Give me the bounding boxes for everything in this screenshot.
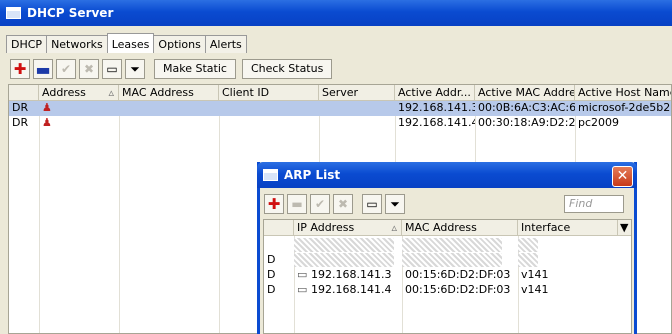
col-flags[interactable] bbox=[264, 220, 294, 236]
filter-icon[interactable]: ⏷ bbox=[125, 59, 145, 79]
col-server[interactable]: Server bbox=[319, 85, 395, 101]
col-ip-address[interactable]: IP Address ▵ bbox=[294, 220, 402, 236]
comment-icon[interactable]: ▭ bbox=[102, 59, 122, 79]
sort-arrow-icon: ▵ bbox=[108, 86, 114, 99]
interface: bl bbox=[518, 238, 538, 252]
row-flag: DR bbox=[12, 116, 29, 129]
col-active-host[interactable]: Active Host Name bbox=[575, 85, 671, 101]
dhcp-title-bar[interactable]: DHCP Server bbox=[0, 0, 672, 26]
row-flag: D bbox=[267, 268, 276, 281]
table-row[interactable]: D blurred blurred bl bbox=[264, 253, 631, 268]
interface: v141 bbox=[521, 268, 549, 281]
arp-list-window: ARP List ✕ ✚ ▬ ✔ ✖ ▭ ⏷ Find IP Address ▵ … bbox=[257, 162, 637, 334]
sort-arrow-icon: ▵ bbox=[391, 221, 397, 234]
arp-toolbar: ✚ ▬ ✔ ✖ ▭ ⏷ bbox=[264, 194, 408, 214]
row-flag: DR bbox=[12, 101, 29, 114]
arp-table: IP Address ▵ MAC Address Interface ▼ blur… bbox=[263, 219, 632, 334]
col-ip-label: IP Address bbox=[297, 221, 355, 234]
window-icon bbox=[6, 6, 21, 19]
cross-icon[interactable]: ✖ bbox=[333, 194, 353, 214]
lease-icon: ♟ bbox=[42, 101, 52, 114]
col-interface[interactable]: Interface bbox=[518, 220, 618, 236]
col-address-label: Address bbox=[42, 86, 86, 99]
table-row[interactable]: DR ♟ 192.168.141.3 00:0B:6A:C3:AC:63 mic… bbox=[9, 101, 671, 116]
dhcp-tabs: DHCP Networks Leases Options Alerts bbox=[6, 33, 247, 54]
table-row[interactable]: DR ♟ 192.168.141.4 00:30:18:A9:D2:2E pc2… bbox=[9, 116, 671, 131]
close-icon[interactable]: ✕ bbox=[612, 166, 633, 187]
ip-address: blurred bbox=[294, 253, 394, 267]
col-active-mac[interactable]: Active MAC Addre... bbox=[475, 85, 575, 101]
lease-icon: ♟ bbox=[42, 116, 52, 129]
tab-networks[interactable]: Networks bbox=[46, 35, 108, 53]
row-flag: D bbox=[267, 283, 276, 296]
check-status-button[interactable]: Check Status bbox=[241, 59, 333, 79]
column-menu-icon[interactable]: ▼ bbox=[618, 220, 631, 236]
find-input[interactable]: Find bbox=[564, 195, 624, 213]
add-icon[interactable]: ✚ bbox=[264, 194, 284, 214]
dhcp-title: DHCP Server bbox=[27, 6, 114, 20]
filter-icon[interactable]: ⏷ bbox=[385, 194, 405, 214]
tab-options[interactable]: Options bbox=[153, 35, 206, 53]
tab-dhcp[interactable]: DHCP bbox=[6, 35, 48, 53]
dhcp-toolbar: ✚ ▬ ✔ ✖ ▭ ⏷ Make Static Check Status bbox=[10, 59, 333, 79]
active-address: 192.168.141.3 bbox=[398, 101, 475, 114]
mac-address: 00:15:6D:D2:DF:03 bbox=[405, 268, 511, 281]
row-flag: D bbox=[267, 253, 276, 266]
table-row[interactable]: D ▭ 192.168.141.3 00:15:6D:D2:DF:03 v141 bbox=[264, 268, 631, 283]
mac-address: blurred bbox=[402, 253, 502, 267]
tab-leases[interactable]: Leases bbox=[106, 33, 155, 53]
mac-address: blurred bbox=[402, 238, 502, 252]
ip-address: 192.168.141.3 bbox=[311, 268, 392, 281]
comment-icon[interactable]: ▭ bbox=[362, 194, 382, 214]
check-icon[interactable]: ✔ bbox=[56, 59, 76, 79]
make-static-button[interactable]: Make Static bbox=[154, 59, 236, 79]
add-icon[interactable]: ✚ bbox=[10, 59, 30, 79]
col-mac-address[interactable]: MAC Address bbox=[119, 85, 219, 101]
mac-address: 00:15:6D:D2:DF:03 bbox=[405, 283, 511, 296]
active-address: 192.168.141.4 bbox=[398, 116, 475, 129]
active-host-name: pc2009 bbox=[578, 116, 620, 129]
table-row[interactable]: D ▭ 192.168.141.4 00:15:6D:D2:DF:03 v141 bbox=[264, 283, 631, 298]
arp-title-bar[interactable]: ARP List ✕ bbox=[257, 162, 637, 188]
active-mac: 00:0B:6A:C3:AC:63 bbox=[478, 101, 575, 114]
arp-entry-icon: ▭ bbox=[297, 283, 308, 296]
remove-icon[interactable]: ▬ bbox=[287, 194, 307, 214]
ip-address: 192.168.141.4 bbox=[311, 283, 392, 296]
remove-icon[interactable]: ▬ bbox=[33, 59, 53, 79]
col-flags[interactable] bbox=[9, 85, 39, 101]
check-icon[interactable]: ✔ bbox=[310, 194, 330, 214]
col-client-id[interactable]: Client ID bbox=[219, 85, 319, 101]
arp-title: ARP List bbox=[284, 168, 341, 182]
interface: v141 bbox=[521, 283, 549, 296]
table-row[interactable]: blurred blurred bl bbox=[264, 238, 631, 253]
active-mac: 00:30:18:A9:D2:2E bbox=[478, 116, 575, 129]
interface: bl bbox=[518, 253, 538, 267]
ip-address: blurred bbox=[294, 238, 394, 252]
active-host-name: microsof-2de5b2 bbox=[578, 101, 671, 114]
tab-alerts[interactable]: Alerts bbox=[204, 35, 247, 53]
col-active-addr[interactable]: Active Addr... bbox=[395, 85, 475, 101]
col-mac-address[interactable]: MAC Address bbox=[402, 220, 518, 236]
window-icon bbox=[263, 168, 278, 181]
col-address[interactable]: Address ▵ bbox=[39, 85, 119, 101]
cross-icon[interactable]: ✖ bbox=[79, 59, 99, 79]
arp-entry-icon: ▭ bbox=[297, 268, 308, 281]
